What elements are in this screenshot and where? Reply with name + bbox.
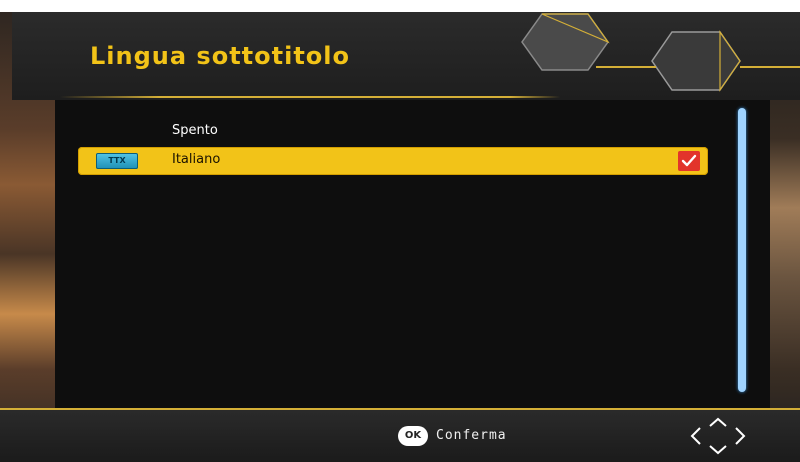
hexagon-decoration-icon: [651, 30, 741, 92]
scrollbar[interactable]: [738, 108, 746, 392]
checkmark-glyph: [681, 154, 697, 167]
list-item[interactable]: Spento: [78, 118, 708, 146]
top-border: [0, 0, 800, 12]
page-title: Lingua sottotitolo: [90, 42, 351, 70]
scrollbar-thumb[interactable]: [738, 108, 746, 392]
checkmark-icon: [678, 151, 700, 171]
confirm-label: Conferma: [436, 428, 507, 443]
ok-button[interactable]: OK: [398, 426, 428, 446]
list-item-selected[interactable]: TTX Italiano: [78, 147, 708, 175]
hexagon-connector: [596, 66, 656, 68]
header-divider: [60, 96, 560, 98]
teletext-icon: TTX: [96, 153, 138, 169]
footer-divider: [0, 408, 800, 410]
list-item-label: Italiano: [172, 152, 221, 167]
list-item-label: Spento: [172, 123, 218, 138]
directional-arrows-icon: [690, 417, 746, 455]
hexagon-connector: [740, 66, 800, 68]
hexagon-decoration-icon: [521, 13, 610, 71]
